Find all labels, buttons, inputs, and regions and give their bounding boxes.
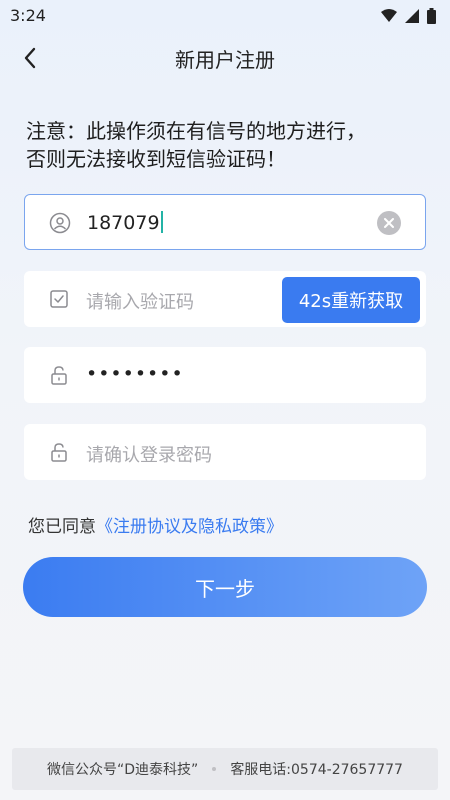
lock-icon bbox=[51, 366, 67, 385]
status-time: 3:24 bbox=[10, 6, 46, 25]
agreement-text: 您已同意《注册协议及隐私政策》 bbox=[28, 512, 283, 537]
confirm-password-field[interactable]: 请确认登录密码 bbox=[24, 424, 426, 480]
page-title: 新用户注册 bbox=[175, 48, 275, 72]
footer-wechat: 微信公众号“D迪泰科技” bbox=[47, 762, 199, 778]
status-icons bbox=[381, 8, 436, 24]
notice-line-1: 注意：此操作须在有信号的地方进行， bbox=[26, 119, 366, 143]
shield-check-icon bbox=[50, 290, 68, 308]
agreement-link[interactable]: 《注册协议及隐私政策》 bbox=[96, 517, 283, 537]
phone-value[interactable]: 187079 bbox=[87, 211, 163, 234]
footer: 微信公众号“D迪泰科技” 客服电话:0574-27657777 bbox=[12, 748, 438, 790]
nav-bar: 新用户注册 bbox=[0, 34, 450, 82]
status-bar: 3:24 bbox=[0, 0, 450, 32]
battery-icon bbox=[427, 8, 436, 24]
password-value[interactable]: •••••••• bbox=[86, 363, 184, 385]
footer-divider bbox=[212, 767, 217, 771]
signal-icon bbox=[405, 9, 419, 23]
password-field[interactable]: •••••••• bbox=[24, 347, 426, 403]
text-cursor bbox=[160, 211, 163, 233]
footer-hotline[interactable]: 客服电话:0574-27657777 bbox=[230, 759, 403, 779]
close-icon bbox=[384, 218, 394, 228]
agreement-prefix: 您已同意 bbox=[28, 517, 96, 537]
confirm-placeholder[interactable]: 请确认登录密码 bbox=[86, 441, 212, 467]
next-step-button[interactable]: 下一步 bbox=[23, 557, 427, 617]
verification-code-field[interactable]: 请输入验证码 42s重新获取 bbox=[24, 271, 426, 327]
notice-line-2: 否则无法接收到短信验证码！ bbox=[26, 147, 286, 171]
resend-code-button[interactable]: 42s重新获取 bbox=[282, 277, 420, 323]
notice-text: 注意：此操作须在有信号的地方进行， 否则无法接收到短信验证码！ bbox=[26, 117, 426, 173]
phone-field[interactable]: 187079 bbox=[24, 194, 426, 250]
clear-button[interactable] bbox=[377, 211, 401, 235]
lock-icon bbox=[51, 443, 67, 462]
code-placeholder[interactable]: 请输入验证码 bbox=[86, 288, 194, 314]
user-icon bbox=[49, 212, 71, 234]
wifi-icon bbox=[381, 9, 397, 22]
